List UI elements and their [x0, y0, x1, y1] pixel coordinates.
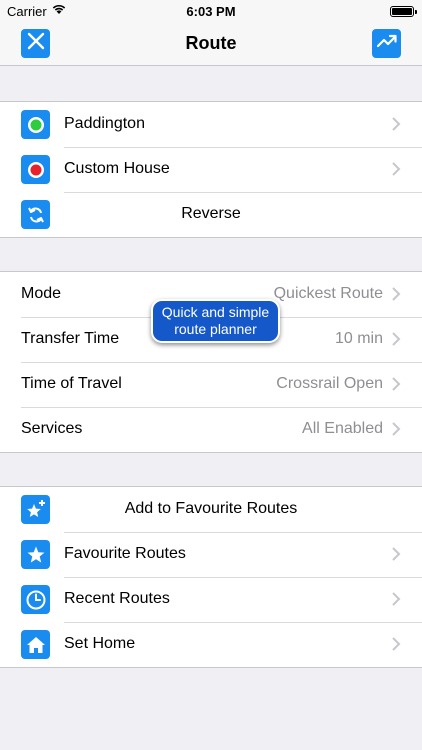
recent-routes-row[interactable]: Recent Routes: [0, 577, 422, 622]
time-of-travel-row[interactable]: Time of Travel Crossrail Open: [0, 362, 422, 407]
chevron-right-icon: [392, 547, 401, 561]
services-label: Services: [21, 420, 83, 437]
favourite-routes-label: Favourite Routes: [64, 545, 186, 562]
chevron-right-icon: [392, 592, 401, 606]
reverse-label: Reverse: [181, 205, 241, 222]
reverse-button[interactable]: Reverse: [0, 192, 422, 237]
route-section: Paddington Custom House Reverse: [0, 101, 422, 238]
transfer-time-label: Transfer Time: [21, 330, 120, 347]
add-favourite-button[interactable]: Add to Favourite Routes: [0, 487, 422, 532]
origin-row[interactable]: Paddington: [0, 102, 422, 147]
time-of-travel-value: Crossrail Open: [276, 375, 383, 392]
status-bar: Carrier 6:03 PM: [0, 0, 422, 22]
home-icon: [21, 630, 50, 659]
clock-time: 6:03 PM: [186, 4, 236, 19]
trend-chart-button[interactable]: [372, 29, 401, 58]
transfer-time-value: 10 min: [334, 330, 383, 347]
navigation-bar: Route: [0, 22, 422, 66]
recent-routes-label: Recent Routes: [64, 590, 170, 607]
mode-label: Mode: [21, 285, 62, 302]
page-title: Route: [185, 33, 237, 53]
time-of-travel-label: Time of Travel: [21, 375, 122, 392]
chevron-right-icon: [392, 637, 401, 651]
star-icon: [21, 540, 50, 569]
set-home-label: Set Home: [64, 635, 136, 652]
chevron-right-icon: [392, 162, 401, 176]
services-value: All Enabled: [302, 420, 383, 437]
chevron-right-icon: [392, 377, 401, 391]
mode-value: Quickest Route: [273, 285, 383, 302]
add-favourite-label: Add to Favourite Routes: [124, 500, 298, 517]
favourites-section: Add to Favourite Routes Favourite Routes…: [0, 486, 422, 668]
green-dot-icon: [21, 110, 50, 139]
promo-tooltip: Quick and simple route planner: [151, 299, 280, 343]
chevron-right-icon: [392, 332, 401, 346]
battery-icon: [390, 6, 417, 17]
clock-icon: [21, 585, 50, 614]
favourite-routes-row[interactable]: Favourite Routes: [0, 532, 422, 577]
chevron-right-icon: [392, 117, 401, 131]
services-row[interactable]: Services All Enabled: [0, 407, 422, 452]
destination-label: Custom House: [64, 160, 170, 177]
trend-chart-icon: [376, 33, 397, 54]
origin-label: Paddington: [64, 115, 145, 132]
red-dot-icon: [21, 155, 50, 184]
chevron-right-icon: [392, 287, 401, 301]
destination-row[interactable]: Custom House: [0, 147, 422, 192]
tooltip-line-1: Quick and simple: [161, 304, 270, 320]
tooltip-line-2: route planner: [174, 321, 257, 337]
set-home-row[interactable]: Set Home: [0, 622, 422, 667]
chevron-right-icon: [392, 422, 401, 436]
